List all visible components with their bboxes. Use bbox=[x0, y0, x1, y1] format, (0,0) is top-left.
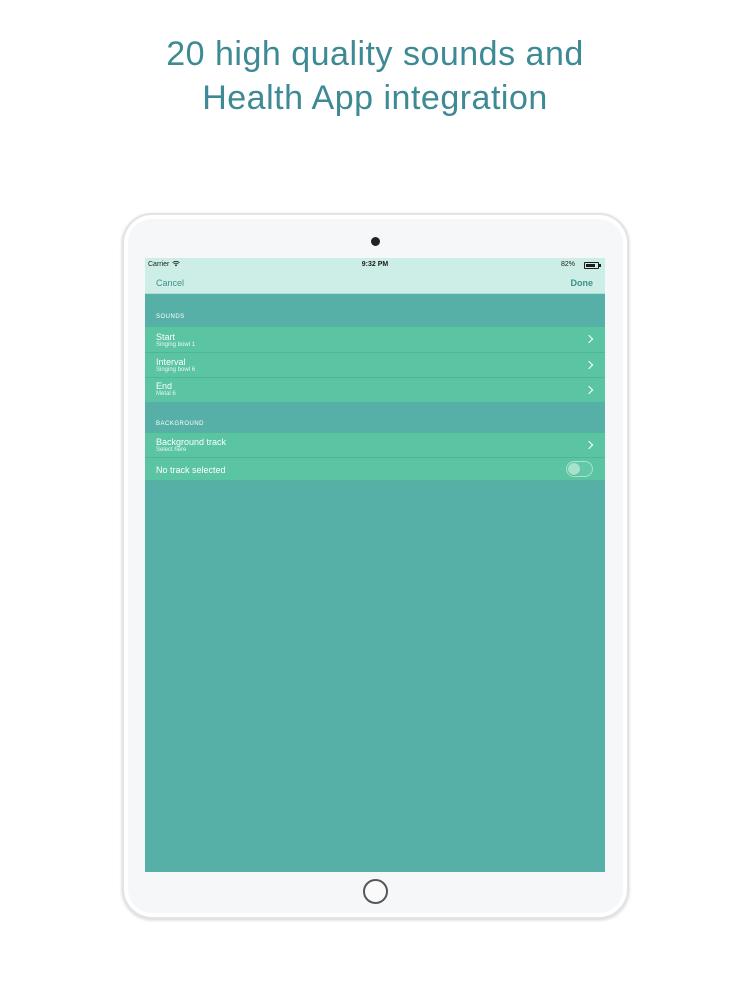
row-subtitle: Select here bbox=[156, 447, 187, 453]
row-title: Start bbox=[156, 332, 176, 342]
chevron-right-icon bbox=[584, 385, 594, 395]
home-button[interactable] bbox=[363, 879, 388, 904]
camera-icon bbox=[371, 237, 380, 246]
chevron-right-icon bbox=[584, 360, 594, 370]
battery-level bbox=[586, 264, 596, 267]
status-bar: Carrier 9:32 PM 82% bbox=[145, 258, 605, 272]
row-title: Background track bbox=[156, 437, 227, 447]
clock: 9:32 PM bbox=[361, 261, 389, 268]
no-track-row: No track selected bbox=[145, 457, 605, 481]
row-subtitle: Singing bowl 1 bbox=[156, 342, 196, 348]
row-title: No track selected bbox=[156, 465, 226, 475]
done-button[interactable]: Done bbox=[571, 272, 594, 294]
row-title: Interval bbox=[156, 357, 186, 367]
battery-icon bbox=[584, 262, 601, 269]
sound-row-start[interactable]: Start Singing bowl 1 bbox=[145, 326, 605, 352]
app-screen: Carrier 9:32 PM 82% Cancel Done SOUNDS S… bbox=[145, 258, 605, 872]
cancel-button[interactable]: Cancel bbox=[156, 272, 184, 294]
row-subtitle: Metal 6 bbox=[156, 391, 176, 397]
sound-row-end[interactable]: End Metal 6 bbox=[145, 377, 605, 402]
section-header-sounds: SOUNDS bbox=[156, 314, 185, 320]
navigation-bar: Cancel Done bbox=[145, 272, 605, 294]
sound-row-interval[interactable]: Interval Singing bowl 6 bbox=[145, 352, 605, 377]
chevron-right-icon bbox=[584, 334, 594, 344]
section-header-background: BACKGROUND bbox=[156, 421, 205, 427]
headline-line-1: 20 high quality sounds and bbox=[166, 35, 584, 73]
headline-line-2: Health App integration bbox=[202, 79, 548, 117]
headline: 20 high quality sounds and Health App in… bbox=[0, 32, 750, 120]
row-title: End bbox=[156, 381, 173, 391]
row-subtitle: Singing bowl 6 bbox=[156, 367, 196, 373]
battery-percentage: 82% bbox=[560, 261, 575, 268]
background-track-row[interactable]: Background track Select here bbox=[145, 432, 605, 457]
toggle-knob bbox=[568, 463, 580, 475]
track-toggle-switch[interactable] bbox=[566, 461, 593, 477]
chevron-right-icon bbox=[584, 440, 594, 450]
